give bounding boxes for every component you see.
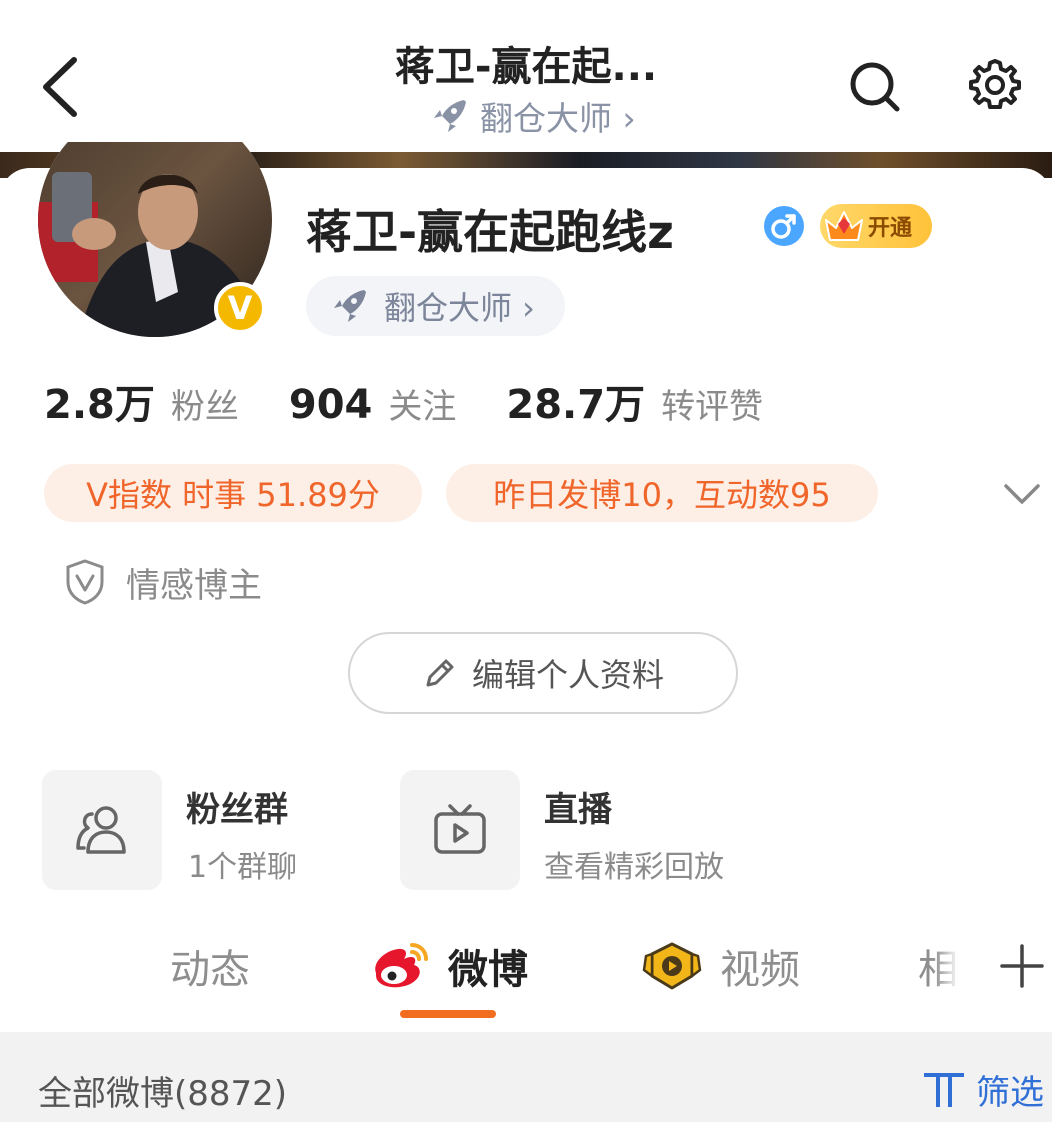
pencil-icon (426, 659, 454, 687)
shield-v-icon (66, 559, 104, 605)
tab-label: 相 (918, 947, 956, 993)
verified-badge: V (214, 282, 266, 334)
rocket-icon (334, 290, 366, 322)
video-badge-icon (642, 942, 702, 990)
male-icon (764, 206, 804, 246)
vip-label: 开通 (868, 216, 913, 241)
nav-subtitle-label: 翻仓大师 › (480, 99, 636, 138)
tab-label: 视频 (720, 947, 800, 993)
male-symbol (771, 214, 796, 239)
gear-icon (969, 59, 1021, 109)
stats-row: 2.8万 粉丝 904 关注 28.7万 转评赞 (44, 372, 813, 432)
all-weibo-count: 全部微博(8872) (38, 1074, 288, 1114)
tv-play-icon (434, 804, 486, 854)
plus-icon (1000, 944, 1044, 988)
search-icon (850, 62, 900, 112)
stat-interactions[interactable]: 28.7万 转评赞 (506, 372, 813, 430)
vip-activate-badge[interactable]: 开通 (820, 204, 932, 248)
live-title[interactable]: 直播 (544, 782, 612, 831)
stat-value: 904 (288, 382, 373, 428)
filter-label: 筛选 (976, 1072, 1044, 1113)
fan-group-subtitle: 1个群聊 (188, 850, 298, 885)
fan-group-title[interactable]: 粉丝群 (186, 782, 288, 831)
filter-button[interactable]: 筛选 (922, 1066, 1044, 1113)
stat-value: 28.7万 (506, 382, 646, 428)
crown-icon (825, 211, 863, 241)
edit-profile-label: 编辑个人资料 (471, 656, 664, 694)
nav-title: 蒋卫-赢在起... (394, 44, 658, 90)
fan-group-tile[interactable] (42, 770, 162, 890)
profile-tag-pill[interactable]: 翻仓大师 › (306, 276, 565, 336)
expand-button[interactable] (1002, 478, 1042, 508)
stat-label: 关注 (388, 387, 457, 427)
weibo-logo-icon (375, 943, 428, 988)
v-index-pill[interactable]: V指数 时事 51.89分 (44, 464, 422, 522)
stat-following[interactable]: 904 关注 (289, 379, 507, 428)
tab-video[interactable]: 视频 (640, 936, 800, 996)
settings-button[interactable] (966, 56, 1024, 114)
people-icon (76, 806, 126, 854)
tab-weibo[interactable]: 微博 (368, 936, 528, 996)
edit-profile-button[interactable]: 编辑个人资料 (348, 632, 738, 714)
live-subtitle: 查看精彩回放 (544, 850, 724, 885)
live-tile[interactable] (400, 770, 520, 890)
active-tab-indicator (400, 1010, 496, 1018)
tab-label: 动态 (170, 947, 250, 993)
filter-icon (924, 1073, 964, 1107)
chevron-down-icon (1004, 484, 1040, 504)
stat-label: 转评赞 (661, 387, 764, 427)
tab-photos[interactable]: 相 (918, 936, 956, 996)
back-button[interactable] (38, 52, 88, 122)
profile-tag-label: 翻仓大师 › (384, 289, 535, 327)
profile-name: 蒋卫-赢在起跑线z (306, 205, 674, 259)
rocket-icon (434, 100, 466, 132)
add-tab-button[interactable] (998, 942, 1046, 990)
nav-subtitle-tag[interactable]: 翻仓大师 › (430, 94, 636, 138)
stat-value: 2.8万 (44, 382, 155, 428)
chevron-left-icon (43, 57, 77, 117)
activity-pill[interactable]: 昨日发博10，互动数95 (446, 464, 878, 522)
role-label: 情感博主 (126, 565, 262, 606)
search-button[interactable] (846, 58, 902, 114)
role-tag[interactable]: 情感博主 (64, 556, 262, 608)
tab-label: 微博 (448, 947, 528, 993)
tab-dynamic[interactable]: 动态 (170, 936, 250, 996)
stat-followers[interactable]: 2.8万 粉丝 (44, 372, 289, 430)
stat-label: 粉丝 (170, 387, 239, 427)
